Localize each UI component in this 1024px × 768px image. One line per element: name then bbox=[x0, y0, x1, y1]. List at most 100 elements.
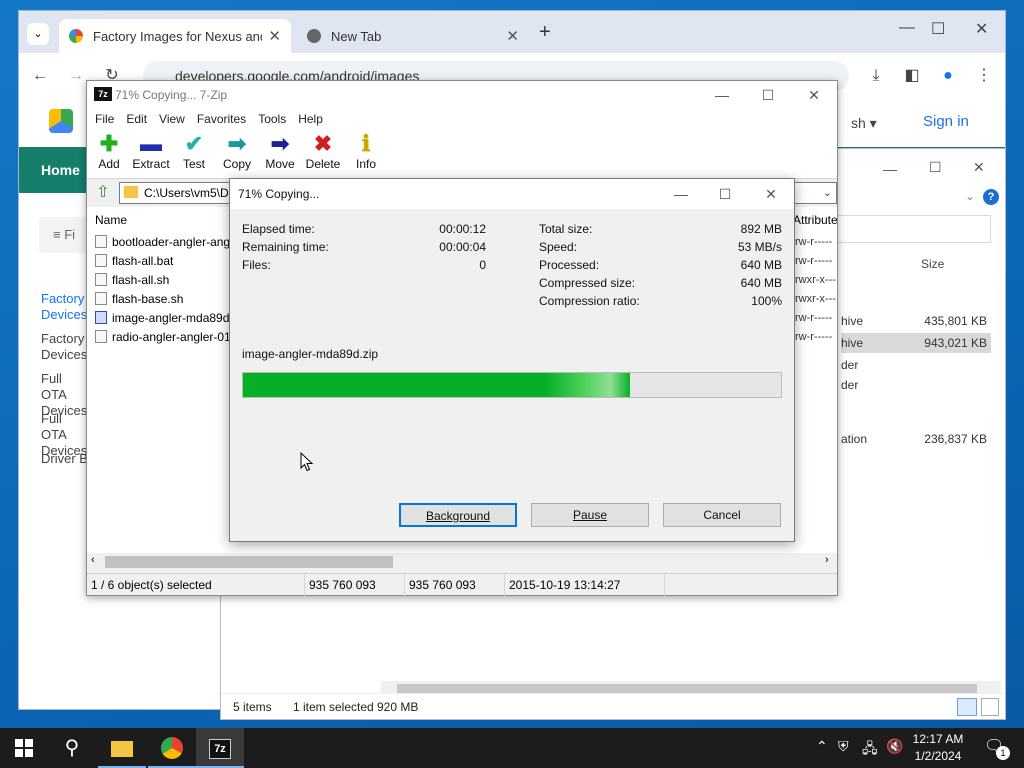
chevron-up-icon[interactable]: ⌃ bbox=[816, 738, 828, 755]
tab-title: Factory Images for Nexus and Pixel Devic… bbox=[93, 28, 262, 44]
clock[interactable]: 12:17 AM 1/2/2024 bbox=[900, 731, 976, 765]
menu-tools[interactable]: Tools bbox=[252, 109, 292, 129]
new-tab-button[interactable]: + bbox=[539, 21, 551, 44]
close-icon[interactable]: ✕ bbox=[973, 159, 985, 176]
tool-label: Copy bbox=[222, 157, 251, 171]
minimize-icon[interactable]: — bbox=[658, 180, 704, 208]
sign-in-link[interactable]: Sign in bbox=[923, 113, 969, 130]
list-item[interactable]: ation 236,837 KB bbox=[841, 429, 991, 449]
profile-icon[interactable]: ● bbox=[937, 65, 959, 87]
maximize-icon[interactable]: ☐ bbox=[931, 19, 945, 39]
close-icon[interactable]: ✕ bbox=[268, 27, 281, 45]
tool-label: Extract bbox=[132, 157, 170, 171]
explorer-status-bar: 5 items 1 item selected 920 MB bbox=[221, 693, 1005, 719]
speed-value: 53 MB/s bbox=[737, 240, 782, 254]
list-item[interactable]: flash-all.bat bbox=[95, 252, 173, 271]
search-box[interactable] bbox=[833, 215, 991, 243]
list-item[interactable]: flash-base.sh bbox=[95, 290, 183, 309]
chrome-icon[interactable] bbox=[148, 728, 196, 768]
filter-icon: ≡ bbox=[53, 227, 65, 242]
column-size[interactable]: Size bbox=[921, 257, 944, 271]
menu-edit[interactable]: Edit bbox=[120, 109, 153, 129]
maximize-icon[interactable]: ☐ bbox=[702, 180, 748, 208]
close-icon[interactable]: ✕ bbox=[791, 81, 837, 109]
chevron-down-icon[interactable]: ⌄ bbox=[823, 183, 832, 203]
network-icon[interactable]: 🖧 bbox=[862, 738, 878, 762]
clock-date: 1/2/2024 bbox=[914, 749, 962, 763]
horizontal-scrollbar[interactable]: ‹ › bbox=[87, 553, 837, 571]
menu-view[interactable]: View bbox=[153, 109, 191, 129]
list-item[interactable]: hive 435,801 KB bbox=[841, 311, 991, 331]
menu-icon[interactable]: ⋮ bbox=[973, 65, 995, 87]
start-button[interactable] bbox=[0, 728, 48, 768]
scrollbar-thumb[interactable] bbox=[105, 556, 393, 568]
tab-search-icon[interactable]: ⌄ bbox=[27, 23, 49, 45]
minimize-icon[interactable]: — bbox=[883, 161, 897, 177]
list-item[interactable]: der bbox=[841, 355, 991, 375]
file-attr: rw-r----- bbox=[795, 331, 833, 343]
copy-icon: ➡ bbox=[227, 131, 247, 156]
extract-button[interactable]: ▬ Extract bbox=[129, 131, 173, 177]
side-panel-icon[interactable]: ◧ bbox=[901, 65, 923, 87]
dialog-body: Elapsed time: 00:00:12 Remaining time: 0… bbox=[230, 209, 794, 541]
maximize-icon[interactable]: ☐ bbox=[929, 159, 942, 176]
status-selected: 1 item selected bbox=[293, 700, 374, 714]
item-type: der bbox=[841, 378, 859, 392]
forward-icon[interactable]: → bbox=[65, 65, 87, 87]
status-packed-size: 935 760 093 bbox=[405, 574, 505, 596]
minimize-icon[interactable]: — bbox=[899, 19, 915, 37]
language-button[interactable]: sh ▾ bbox=[851, 115, 877, 132]
delete-button[interactable]: ✖ Delete bbox=[301, 131, 345, 177]
tiles-view-icon[interactable] bbox=[981, 698, 999, 716]
security-icon[interactable]: ⛨ bbox=[838, 738, 849, 755]
files-label: Files: bbox=[242, 258, 271, 272]
menu-file[interactable]: File bbox=[89, 109, 120, 129]
search-icon[interactable]: ⚲ bbox=[48, 728, 96, 768]
download-icon[interactable]: ⤓ bbox=[865, 65, 887, 87]
up-folder-icon[interactable]: ⇧ bbox=[93, 183, 113, 203]
list-item[interactable]: image-angler-mda89d.zip bbox=[95, 309, 248, 328]
copy-button[interactable]: ➡ Copy bbox=[215, 131, 259, 177]
menu-help[interactable]: Help bbox=[292, 109, 329, 129]
7zip-taskbar-icon[interactable]: 7z bbox=[196, 728, 244, 768]
tab-new-tab[interactable]: New Tab ✕ bbox=[297, 19, 529, 53]
scroll-left-icon[interactable]: ‹ bbox=[91, 554, 95, 566]
left-link[interactable]: Factory Devices bbox=[41, 291, 89, 323]
scroll-right-icon[interactable]: › bbox=[825, 554, 829, 566]
move-button[interactable]: ➡ Move bbox=[258, 131, 302, 177]
menu-favorites[interactable]: Favorites bbox=[191, 109, 252, 129]
maximize-icon[interactable]: ☐ bbox=[745, 81, 791, 109]
left-link[interactable]: Driver B bbox=[41, 451, 89, 467]
tab-factory-images[interactable]: Factory Images for Nexus and Pixel Devic… bbox=[59, 19, 291, 53]
status-size: 920 MB bbox=[377, 700, 419, 714]
details-view-icon[interactable] bbox=[957, 698, 977, 716]
column-attributes[interactable]: Attribute bbox=[793, 213, 838, 227]
cancel-button[interactable]: Cancel bbox=[663, 503, 781, 527]
close-icon[interactable]: ✕ bbox=[506, 27, 519, 45]
close-icon[interactable]: ✕ bbox=[748, 180, 794, 208]
test-button[interactable]: ✔ Test bbox=[172, 131, 216, 177]
info-button[interactable]: ℹ Info bbox=[344, 131, 388, 177]
left-link[interactable]: Factory Devices bbox=[41, 331, 89, 363]
background-button[interactable]: Background bbox=[399, 503, 517, 527]
windows-logo-icon bbox=[15, 739, 33, 757]
column-name[interactable]: Name bbox=[95, 213, 127, 227]
list-item[interactable]: der bbox=[841, 375, 991, 395]
minimize-icon[interactable]: — bbox=[699, 81, 745, 109]
file-explorer-icon[interactable] bbox=[98, 728, 146, 768]
move-icon: ➡ bbox=[270, 131, 290, 156]
file-name: flash-base.sh bbox=[112, 292, 184, 306]
files-value: 0 bbox=[479, 258, 486, 272]
help-icon[interactable]: ? bbox=[983, 189, 999, 205]
chevron-down-icon[interactable]: ⌄ bbox=[965, 189, 975, 203]
close-icon[interactable]: ✕ bbox=[975, 19, 988, 39]
test-icon: ✔ bbox=[184, 131, 204, 156]
speed-label: Speed: bbox=[539, 240, 578, 254]
mouse-cursor-icon bbox=[300, 452, 314, 472]
list-item[interactable]: hive 943,021 KB bbox=[841, 333, 991, 353]
file-icon bbox=[95, 292, 107, 305]
list-item[interactable]: flash-all.sh bbox=[95, 271, 169, 290]
add-button[interactable]: ✚ Add bbox=[87, 131, 131, 177]
pause-button[interactable]: Pause bbox=[531, 503, 649, 527]
back-icon[interactable]: ← bbox=[29, 65, 51, 87]
